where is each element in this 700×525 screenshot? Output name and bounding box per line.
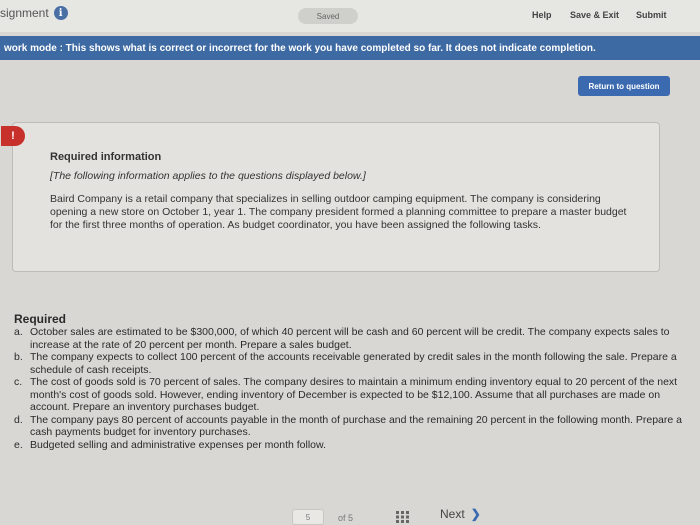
item-text: October sales are estimated to be $300,0… <box>30 326 670 351</box>
assignment-label: signment <box>0 6 49 20</box>
item-letter: b. <box>14 351 23 363</box>
list-item: b. The company expects to collect 100 per… <box>14 351 696 376</box>
required-title: Required <box>14 312 67 326</box>
next-label: Next <box>440 507 465 521</box>
page-of-label: of 5 <box>338 513 354 523</box>
submit-link[interactable]: Submit <box>636 10 667 20</box>
chevron-right-icon: ❯ <box>470 507 481 521</box>
list-item: c. The cost of goods sold is 70 percent o… <box>14 376 696 414</box>
item-text: The company pays 80 percent of accounts … <box>30 413 682 439</box>
item-letter: e. <box>14 438 23 451</box>
list-item: d. The company pays 80 percent of account… <box>14 414 696 439</box>
item-letter: a. <box>14 326 23 338</box>
alert-icon: ! <box>1 126 25 146</box>
item-letter: d. <box>14 413 23 426</box>
item-letter: c. <box>14 376 23 388</box>
required-information-body: Baird Company is a retail company that s… <box>50 193 627 231</box>
save-exit-link[interactable]: Save & Exit <box>570 10 619 20</box>
assignment-title: signment i <box>0 6 68 20</box>
required-information-subtitle: [The following information applies to th… <box>50 170 366 182</box>
item-text: Budgeted selling and administrative expe… <box>30 438 326 451</box>
bottom-navigation: 5 of 5 Next ❯ <box>280 505 510 525</box>
top-bar: signment i Saved Help Save & Exit Submit <box>0 0 700 32</box>
required-list: a. October sales are estimated to be $300… <box>14 326 696 451</box>
list-item: a. October sales are estimated to be $300… <box>14 326 696 351</box>
grid-icon[interactable] <box>396 511 410 523</box>
required-information-title: Required information <box>50 151 162 163</box>
item-text: The cost of goods sold is 70 percent of … <box>30 376 678 413</box>
page-select-value: 5 <box>305 512 311 522</box>
item-text: The company expects to collect 100 perce… <box>30 351 677 376</box>
work-mode-banner: work mode : This shows what is correct o… <box>0 36 700 60</box>
page-select[interactable]: 5 <box>292 509 324 525</box>
next-button[interactable]: Next ❯ <box>440 507 481 521</box>
return-to-question-button[interactable]: Return to question <box>578 76 670 96</box>
list-item: e. Budgeted selling and administrative ex… <box>14 439 696 452</box>
help-link[interactable]: Help <box>532 10 552 20</box>
saved-status-badge: Saved <box>298 8 358 24</box>
info-icon[interactable]: i <box>53 6 68 20</box>
